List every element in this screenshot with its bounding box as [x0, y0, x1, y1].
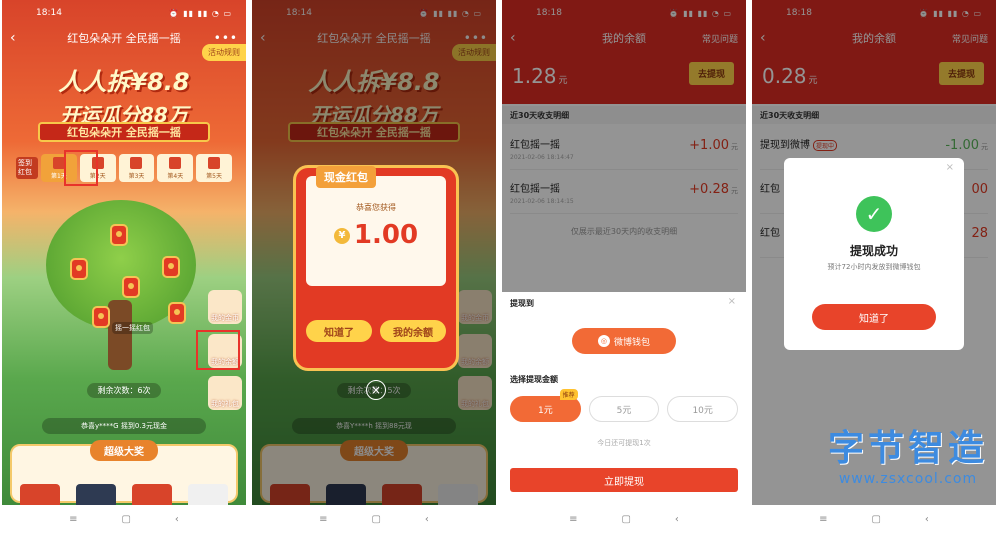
envelope-card: 现金红包 恭喜您获得 ¥1.00 — [306, 166, 446, 286]
option-10[interactable]: 10元 — [667, 396, 739, 422]
system-nav: ≡ ▢ ‹ — [2, 505, 246, 533]
back-nav-icon[interactable]: ‹ — [175, 514, 179, 525]
weibo-wallet-button[interactable]: ◎ 微博钱包 — [572, 328, 676, 354]
system-nav: ≡ ▢ ‹ — [752, 505, 996, 533]
confirm-withdraw-button[interactable]: 立即提现 — [510, 468, 738, 492]
winner-ticker: 恭喜y****G 摇到0.3元现金 — [42, 418, 206, 434]
menu-icon[interactable]: ≡ — [569, 514, 577, 525]
success-subtitle: 预计72小时内发放到微博钱包 — [827, 263, 921, 271]
withdraw-sheet: 提现到 × ◎ 微博钱包 选择提现金额 1元 推荐 5元 10元 今日还可提现1次 … — [502, 292, 746, 505]
home-icon[interactable]: ▢ — [621, 514, 630, 525]
amount-options: 1元 推荐 5元 10元 — [510, 389, 739, 422]
success-dialog: × ✓ 提现成功 预计72小时内发放到微博钱包 知道了 — [784, 158, 964, 350]
my-balance-button[interactable]: 我的余额 — [380, 320, 446, 342]
ok-button[interactable]: 知道了 — [306, 320, 372, 342]
red-packet-icon[interactable] — [168, 302, 186, 324]
screen-red-packet-result: 18:14 ⏰ ▮▮ ▮▮ ◔ ▭ ‹ 红包朵朵开 全民摇一摇 ••• 活动规则 … — [252, 0, 496, 533]
back-icon[interactable]: ‹ — [10, 30, 16, 46]
menu-icon[interactable]: ≡ — [819, 514, 827, 525]
remaining-withdrawals: 今日还可提现1次 — [597, 439, 651, 447]
more-icon[interactable]: ••• — [214, 31, 238, 45]
day-4[interactable]: 第4天 — [157, 154, 194, 182]
tree-label: 摇一摇红包 — [112, 322, 153, 334]
screen-shake-game: 18:14 ⏰ ▮▮ ▮▮ ◔ ▭ ‹ 红包朵朵开 全民摇一摇 ••• 活动规则 … — [2, 0, 246, 533]
recommend-badge: 推荐 — [559, 389, 578, 400]
success-title: 提现成功 — [849, 244, 898, 258]
red-packet-icon[interactable] — [92, 306, 110, 328]
promo-ribbon: 红包朵朵开 全民摇一摇 — [38, 122, 210, 142]
cash-tag: 现金红包 — [316, 166, 376, 188]
page-title: 红包朵朵开 全民摇一摇 — [67, 32, 181, 45]
remaining-count: 剩余次数：6次 — [2, 378, 246, 398]
gift-icon — [130, 157, 143, 169]
screen-withdraw-success: 18:18 ⏰ ▮▮ ▮▮ ◔ ▭ ‹ 我的余额 常见问题 0.28 元 去提现 近… — [752, 0, 996, 533]
day-3[interactable]: 第3天 — [118, 154, 155, 182]
red-packet-envelope: 现金红包 恭喜您获得 ¥1.00 知道了 我的余额 — [296, 166, 456, 368]
highlight-day1 — [64, 150, 98, 186]
promo-title: 人人拆¥8.8 开运瓜分88万 — [58, 68, 190, 127]
tree-trunk — [108, 300, 132, 370]
red-packet-icon[interactable] — [162, 256, 180, 278]
watermark: 字节智造 www.zsxcool.com — [827, 428, 988, 487]
red-packet-icon[interactable] — [70, 258, 88, 280]
gift-icon — [208, 157, 221, 169]
home-icon[interactable]: ▢ — [121, 514, 130, 525]
close-icon[interactable]: × — [366, 380, 386, 400]
menu-icon[interactable]: ≡ — [319, 514, 327, 525]
red-packet-icon[interactable] — [110, 224, 128, 246]
red-packet-icon[interactable] — [122, 276, 140, 298]
home-icon[interactable]: ▢ — [871, 514, 880, 525]
system-nav: ≡ ▢ ‹ — [252, 505, 496, 533]
gift-icon — [169, 157, 182, 169]
back-nav-icon[interactable]: ‹ — [925, 514, 929, 525]
screen-balance-withdraw: 18:18 ⏰ ▮▮ ▮▮ ◔ ▭ ‹ 我的余额 常见问题 1.28 元 去提现 近… — [502, 0, 746, 533]
my-coins-button[interactable]: 我的金币 — [208, 290, 242, 324]
check-icon: ✓ — [856, 196, 892, 232]
congrats-text: 恭喜您获得 — [356, 203, 396, 212]
day-5[interactable]: 第5天 — [196, 154, 232, 182]
prize-title: 超级大奖 — [90, 440, 158, 461]
close-icon[interactable]: × — [728, 296, 736, 307]
progress-label: 签到红包 — [16, 157, 38, 179]
back-nav-icon[interactable]: ‹ — [425, 514, 429, 525]
envelope-buttons: 知道了 我的余额 — [306, 320, 446, 342]
close-icon[interactable]: × — [946, 162, 954, 173]
home-icon[interactable]: ▢ — [371, 514, 380, 525]
prize-amount: ¥1.00 — [306, 220, 446, 250]
rules-button[interactable]: 活动规则 — [202, 44, 246, 61]
option-5[interactable]: 5元 — [588, 396, 660, 422]
choose-amount-label: 选择提现金额 — [510, 375, 558, 384]
ok-button[interactable]: 知道了 — [812, 304, 936, 330]
back-nav-icon[interactable]: ‹ — [675, 514, 679, 525]
menu-icon[interactable]: ≡ — [69, 514, 77, 525]
prize-panel: 超级大奖 — [10, 440, 238, 514]
system-nav: ≡ ▢ ‹ — [502, 505, 746, 533]
option-1[interactable]: 1元 推荐 — [510, 389, 581, 422]
wallet-icon: ◎ — [597, 335, 610, 347]
withdraw-to-label: 提现到 — [510, 299, 534, 308]
status-bar: 18:14 ⏰ ▮▮ ▮▮ ◔ ▭ — [36, 8, 232, 18]
highlight-balance — [196, 330, 240, 370]
coin-icon: ¥ — [333, 227, 350, 244]
signin-progress: 签到红包 第1天 第2天 第3天 第4天 第5天 — [16, 152, 232, 184]
